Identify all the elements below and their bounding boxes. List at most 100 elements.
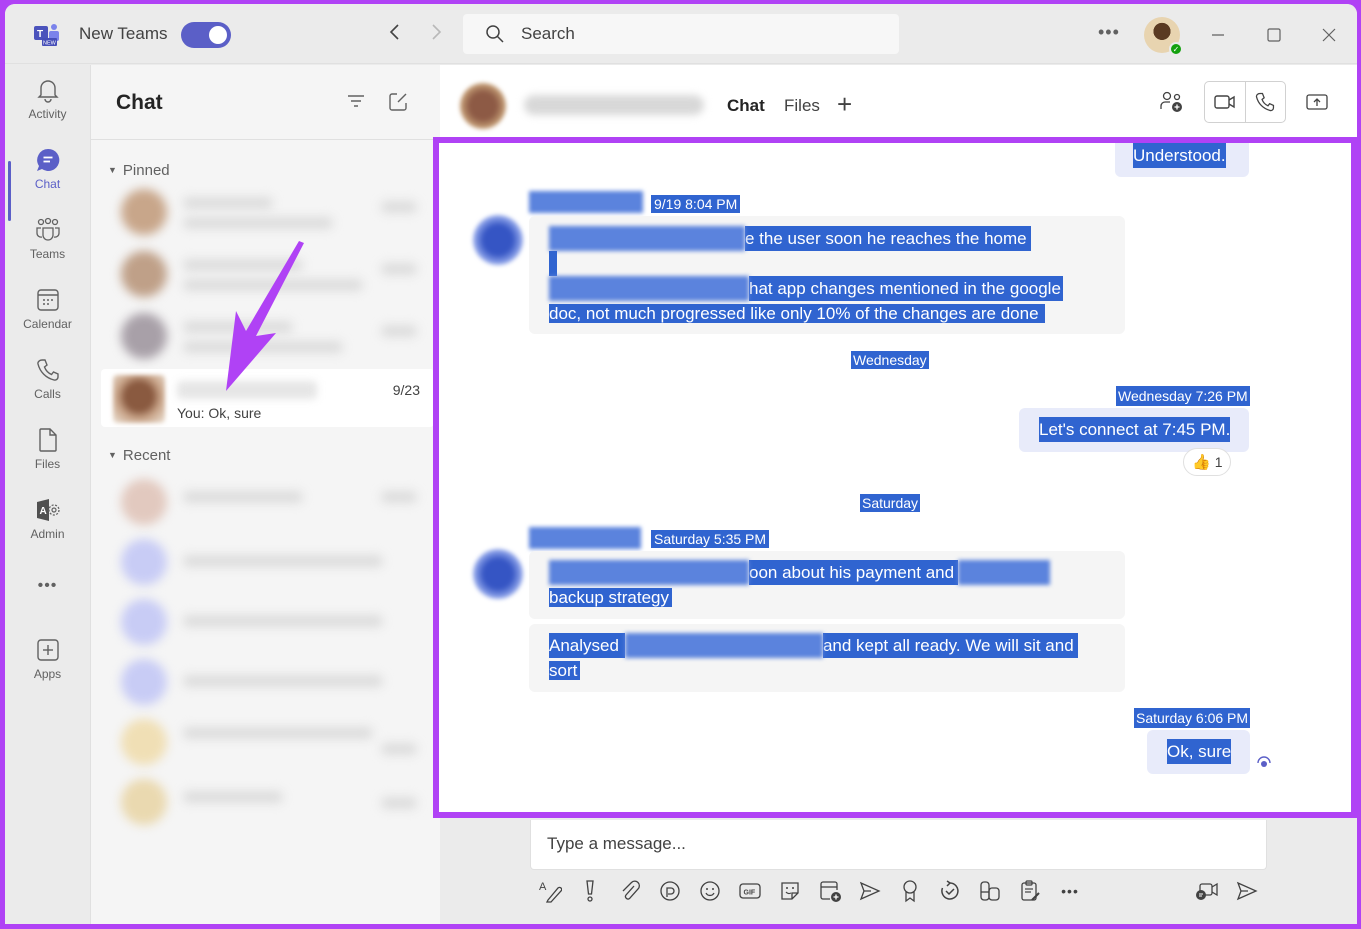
message-text: Analysed	[549, 633, 625, 658]
rail-item-apps[interactable]: Apps	[5, 637, 90, 699]
chat-list-pane: Chat ▼ Pinned You: Ok, sure 9/23 ▼ Recen…	[90, 65, 440, 924]
rail-item-admin[interactable]: A Admin	[5, 497, 90, 559]
recent-chat-item[interactable]	[101, 533, 434, 591]
updates-button[interactable]	[937, 878, 963, 904]
message-input[interactable]	[547, 834, 1227, 854]
add-people-button[interactable]	[1160, 91, 1184, 113]
profile-avatar[interactable]: ✓	[1144, 17, 1183, 56]
pinned-section-header[interactable]: ▼ Pinned	[108, 162, 170, 179]
presence-available-icon: ✓	[1169, 42, 1183, 56]
minimize-icon	[1212, 34, 1224, 36]
blurred-date	[381, 201, 417, 213]
more-options-button[interactable]: •••	[1057, 878, 1083, 904]
chat-date: 9/23	[392, 382, 420, 398]
format-button[interactable]: A	[537, 878, 563, 904]
apps-button[interactable]	[977, 878, 1003, 904]
attach-button[interactable]	[617, 878, 643, 904]
chevron-right-icon	[432, 24, 442, 40]
filter-button[interactable]	[346, 91, 366, 116]
recent-chat-item[interactable]	[101, 593, 434, 651]
attach-icon	[622, 880, 640, 900]
audio-call-button[interactable]	[1246, 82, 1286, 122]
pinned-chat-item[interactable]	[101, 183, 434, 241]
sticker-button[interactable]	[777, 878, 803, 904]
forward-button[interactable]	[429, 22, 443, 47]
rail-item-chat[interactable]: Chat	[5, 147, 90, 221]
chat-list-title: Chat	[116, 91, 163, 114]
teams-window: TNEW New Teams ••• ✓ Activity	[5, 4, 1357, 924]
approvals-icon	[1021, 880, 1040, 901]
rail-item-files[interactable]: Files	[5, 427, 90, 489]
message-text: Understood.	[1133, 143, 1226, 168]
recent-chat-item[interactable]	[101, 653, 434, 711]
recent-section-header[interactable]: ▼ Recent	[108, 447, 170, 464]
meet-now-button[interactable]	[1194, 878, 1220, 904]
sender-avatar	[473, 549, 523, 599]
emoji-button[interactable]	[697, 878, 723, 904]
tab-chat[interactable]: Chat	[727, 96, 765, 116]
rail-label: Activity	[28, 107, 67, 121]
compose-box[interactable]	[530, 820, 1267, 870]
admin-icon: A	[36, 499, 60, 521]
blurred-date	[381, 263, 417, 275]
sender-name	[529, 191, 643, 213]
avatar	[121, 313, 167, 359]
message-text: Let's connect at 7:45 PM.	[1039, 417, 1231, 442]
recent-chat-item[interactable]	[101, 773, 434, 831]
thumbs-up-icon: 👍	[1192, 454, 1211, 471]
svg-text:GIF: GIF	[744, 890, 756, 897]
gif-button[interactable]: GIF	[737, 878, 763, 904]
like-reaction[interactable]: 👍 1	[1183, 448, 1232, 476]
message-text: Ok, sure	[1167, 739, 1232, 764]
rail-item-teams[interactable]: Teams	[5, 217, 90, 279]
recent-chat-item[interactable]	[101, 713, 434, 771]
send-button[interactable]	[1234, 878, 1260, 904]
share-screen-button[interactable]	[1306, 93, 1328, 111]
maximize-button[interactable]	[1259, 20, 1289, 50]
search-box[interactable]	[463, 14, 899, 54]
back-button[interactable]	[388, 22, 402, 47]
send-icon	[1236, 881, 1258, 901]
new-teams-toggle[interactable]	[181, 22, 231, 48]
video-call-button[interactable]	[1205, 82, 1246, 122]
loop-button[interactable]	[657, 878, 683, 904]
message-list[interactable]: Understood. 9/19 8:04 PM e the user soon…	[439, 143, 1351, 812]
important-button[interactable]	[577, 878, 603, 904]
rail-item-calendar[interactable]: Calendar	[5, 287, 90, 349]
rail-item-more[interactable]: •••	[5, 577, 90, 639]
sender-name	[529, 527, 641, 549]
message-timestamp: 9/19 8:04 PM	[651, 195, 741, 213]
new-chat-button[interactable]	[387, 91, 409, 118]
blurred-name	[183, 197, 273, 209]
schedule-meeting-button[interactable]	[817, 878, 843, 904]
settings-more-button[interactable]: •••	[1098, 22, 1120, 43]
call-buttons	[1204, 81, 1286, 123]
more-icon: •••	[1061, 883, 1079, 899]
praise-button[interactable]	[897, 878, 923, 904]
approvals-button[interactable]	[1017, 878, 1043, 904]
recent-chat-item[interactable]	[101, 473, 434, 531]
blurred-name	[183, 675, 383, 687]
video-camera-icon	[1214, 95, 1235, 109]
search-input[interactable]	[521, 24, 861, 44]
schedule-meeting-icon	[820, 881, 841, 902]
rail-item-activity[interactable]: Activity	[5, 77, 90, 139]
search-icon	[486, 25, 504, 43]
tab-files[interactable]: Files	[784, 96, 820, 116]
avatar	[121, 189, 167, 235]
emoji-icon	[700, 881, 720, 901]
rail-item-calls[interactable]: Calls	[5, 357, 90, 419]
important-icon	[586, 880, 594, 902]
teams-logo-icon: T NEW	[34, 23, 60, 47]
rail-label: Calls	[34, 387, 61, 401]
add-tab-button[interactable]: +	[837, 89, 852, 120]
redacted-text	[624, 633, 823, 658]
blurred-date	[381, 743, 417, 755]
stream-button[interactable]	[857, 878, 883, 904]
close-button[interactable]	[1314, 20, 1344, 50]
maximize-icon	[1267, 28, 1281, 42]
rail-label: Chat	[34, 177, 61, 191]
apps-icon	[36, 639, 59, 661]
minimize-button[interactable]	[1203, 20, 1233, 50]
close-icon	[1322, 28, 1336, 42]
